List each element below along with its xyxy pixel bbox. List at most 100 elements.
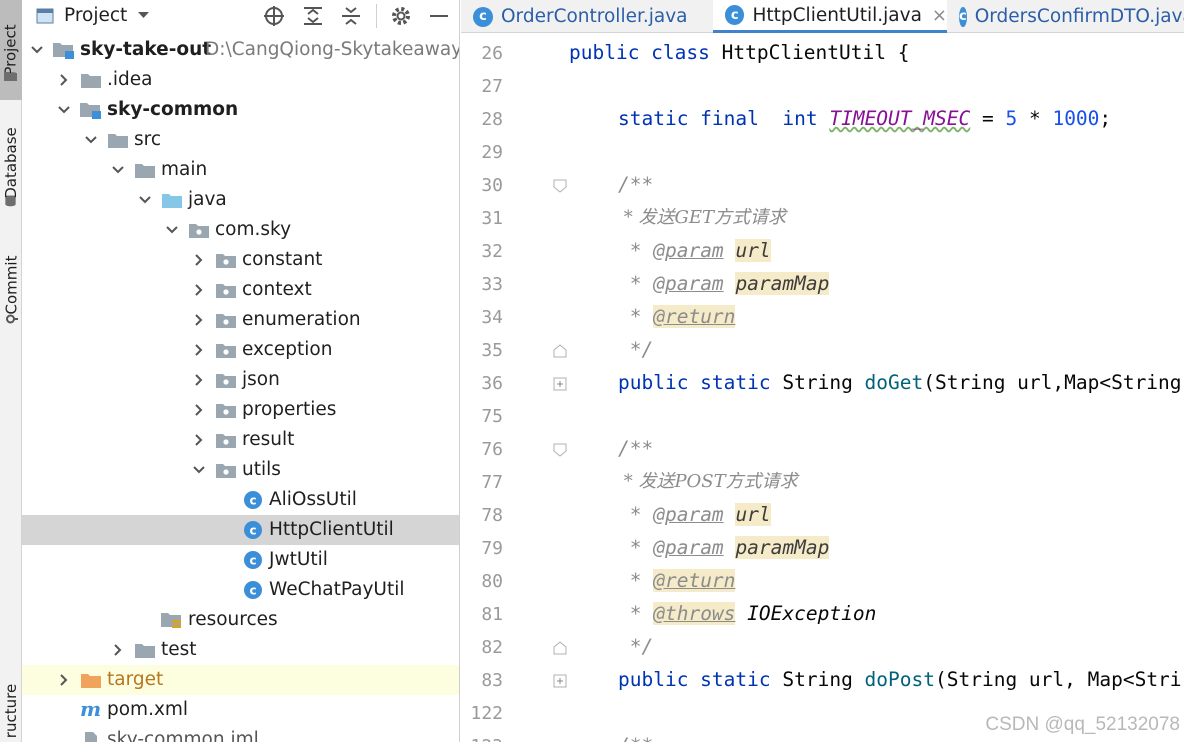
tree-item[interactable]: context: [22, 275, 459, 305]
expand-all-icon[interactable]: [302, 5, 324, 27]
tree-item-label: pom.xml: [107, 699, 189, 720]
chevron-down-icon[interactable]: [30, 43, 44, 57]
tree-item[interactable]: main: [22, 155, 459, 185]
tree-item[interactable]: utils: [22, 455, 459, 485]
code-line-30: /**: [618, 173, 654, 196]
java-class-icon: c: [959, 6, 967, 27]
tree-item[interactable]: m pom.xml: [22, 695, 459, 725]
project-view-icon: [36, 8, 54, 24]
tree-item[interactable]: resources: [22, 605, 459, 635]
keyword: public static: [618, 668, 771, 691]
tree-item[interactable]: c JwtUtil: [22, 545, 459, 575]
chevron-down-icon[interactable]: [84, 133, 98, 147]
tree-item[interactable]: result: [22, 425, 459, 455]
tree-item-label: exception: [242, 339, 333, 360]
tree-item-label: WeChatPayUtil: [269, 579, 405, 600]
tree-item[interactable]: exception: [22, 335, 459, 365]
chevron-right-icon[interactable]: [192, 283, 206, 297]
editor-tab-bar: c OrderController.java c HttpClientUtil.…: [461, 0, 1184, 33]
tree-item[interactable]: properties: [22, 395, 459, 425]
tree-item[interactable]: enumeration: [22, 305, 459, 335]
code-line-76: /**: [618, 437, 654, 460]
javadoc-tag: @param: [653, 272, 724, 295]
tree-item-path: D:\CangQiong-Skytakeaway\: [205, 39, 460, 60]
chevron-right-icon[interactable]: [192, 403, 206, 417]
chevron-right-icon[interactable]: [57, 73, 71, 87]
chevron-down-icon[interactable]: [57, 103, 71, 117]
chevron-right-icon[interactable]: [192, 343, 206, 357]
svg-text:c: c: [249, 584, 256, 598]
chevron-down-icon[interactable]: [192, 463, 206, 477]
java-class-icon: c: [473, 6, 493, 27]
chevron-right-icon[interactable]: [192, 433, 206, 447]
code-line-31: * 发送GET方式请求: [618, 207, 786, 228]
tab-orders-confirm-dto[interactable]: c OrdersConfirmDTO.java: [959, 0, 1184, 33]
number-literal: 5: [1005, 107, 1018, 130]
chevron-down-icon[interactable]: [137, 11, 150, 20]
code-line-26: public class HttpClientUtil {: [569, 39, 909, 67]
tab-http-client-util[interactable]: c HttpClientUtil.java ×: [713, 0, 947, 33]
tree-item[interactable]: c AliOssUtil: [22, 485, 459, 515]
java-class-icon: c: [242, 550, 264, 570]
chevron-down-icon[interactable]: [111, 163, 125, 177]
locate-icon[interactable]: [262, 5, 286, 27]
code-editor: c OrderController.java c HttpClientUtil.…: [461, 0, 1184, 742]
chevron-right-icon[interactable]: [192, 313, 206, 327]
package-icon: [215, 370, 237, 390]
project-panel-header: Project: [22, 0, 459, 33]
structure-tool-tab[interactable]: ructure: [0, 680, 22, 742]
close-tab-icon[interactable]: ×: [932, 5, 947, 26]
header-divider: [376, 4, 377, 28]
tree-item[interactable]: com.sky: [22, 215, 459, 245]
code-line-35: */: [618, 338, 654, 361]
comment-star: *: [618, 569, 654, 592]
comment-star: *: [618, 503, 654, 526]
project-view-title[interactable]: Project: [64, 5, 127, 26]
module-folder-icon: [80, 100, 102, 120]
tree-item[interactable]: .idea: [22, 65, 459, 95]
source-folder-icon: [161, 190, 183, 210]
tree-item[interactable]: c HttpClientUtil: [22, 515, 459, 545]
chevron-down-icon[interactable]: [165, 223, 179, 237]
keyword: public class: [569, 41, 710, 64]
database-icon: [5, 195, 16, 207]
tree-item-label: java: [188, 189, 227, 210]
comment-star: *: [618, 602, 654, 625]
tree-item[interactable]: constant: [22, 245, 459, 275]
tab-order-controller[interactable]: c OrderController.java: [473, 0, 711, 33]
minimize-icon[interactable]: [428, 5, 450, 27]
tree-item[interactable]: json: [22, 365, 459, 395]
folder-icon: [134, 640, 156, 660]
tree-item-label: target: [107, 669, 164, 690]
code-area[interactable]: public class HttpClientUtil { static fin…: [461, 33, 1184, 742]
package-icon: [215, 430, 237, 450]
tree-item[interactable]: sky-take-out D:\CangQiong-Skytakeaway\: [22, 35, 460, 65]
commit-tab-label: Commit: [2, 255, 20, 315]
tree-item[interactable]: c WeChatPayUtil: [22, 575, 459, 605]
project-tool-tab[interactable]: Project: [0, 0, 22, 100]
chevron-right-icon[interactable]: [192, 253, 206, 267]
tree-item-label: main: [161, 159, 208, 180]
tree-item[interactable]: target: [22, 665, 459, 695]
tree-item[interactable]: src: [22, 125, 459, 155]
package-icon: [215, 250, 237, 270]
gear-icon[interactable]: [390, 5, 412, 27]
javadoc-tag: @throws: [653, 602, 736, 625]
chevron-down-icon[interactable]: [138, 193, 152, 207]
collapse-all-icon[interactable]: [340, 5, 362, 27]
iml-file-icon: [80, 730, 102, 742]
folder-icon: [134, 160, 156, 180]
tree-item[interactable]: test: [22, 635, 459, 665]
chevron-right-icon[interactable]: [192, 373, 206, 387]
operator: =: [970, 107, 1006, 130]
chevron-right-icon[interactable]: [57, 673, 71, 687]
tree-item[interactable]: sky-common: [22, 95, 459, 125]
folder-icon: [107, 130, 129, 150]
return-type: String: [770, 668, 865, 691]
svg-text:c: c: [249, 524, 256, 538]
tree-item[interactable]: sky-common.iml: [22, 725, 459, 742]
chevron-right-icon[interactable]: [111, 643, 125, 657]
tree-item[interactable]: java: [22, 185, 459, 215]
class-name: HttpClientUtil {: [709, 41, 910, 64]
package-icon: [215, 340, 237, 360]
